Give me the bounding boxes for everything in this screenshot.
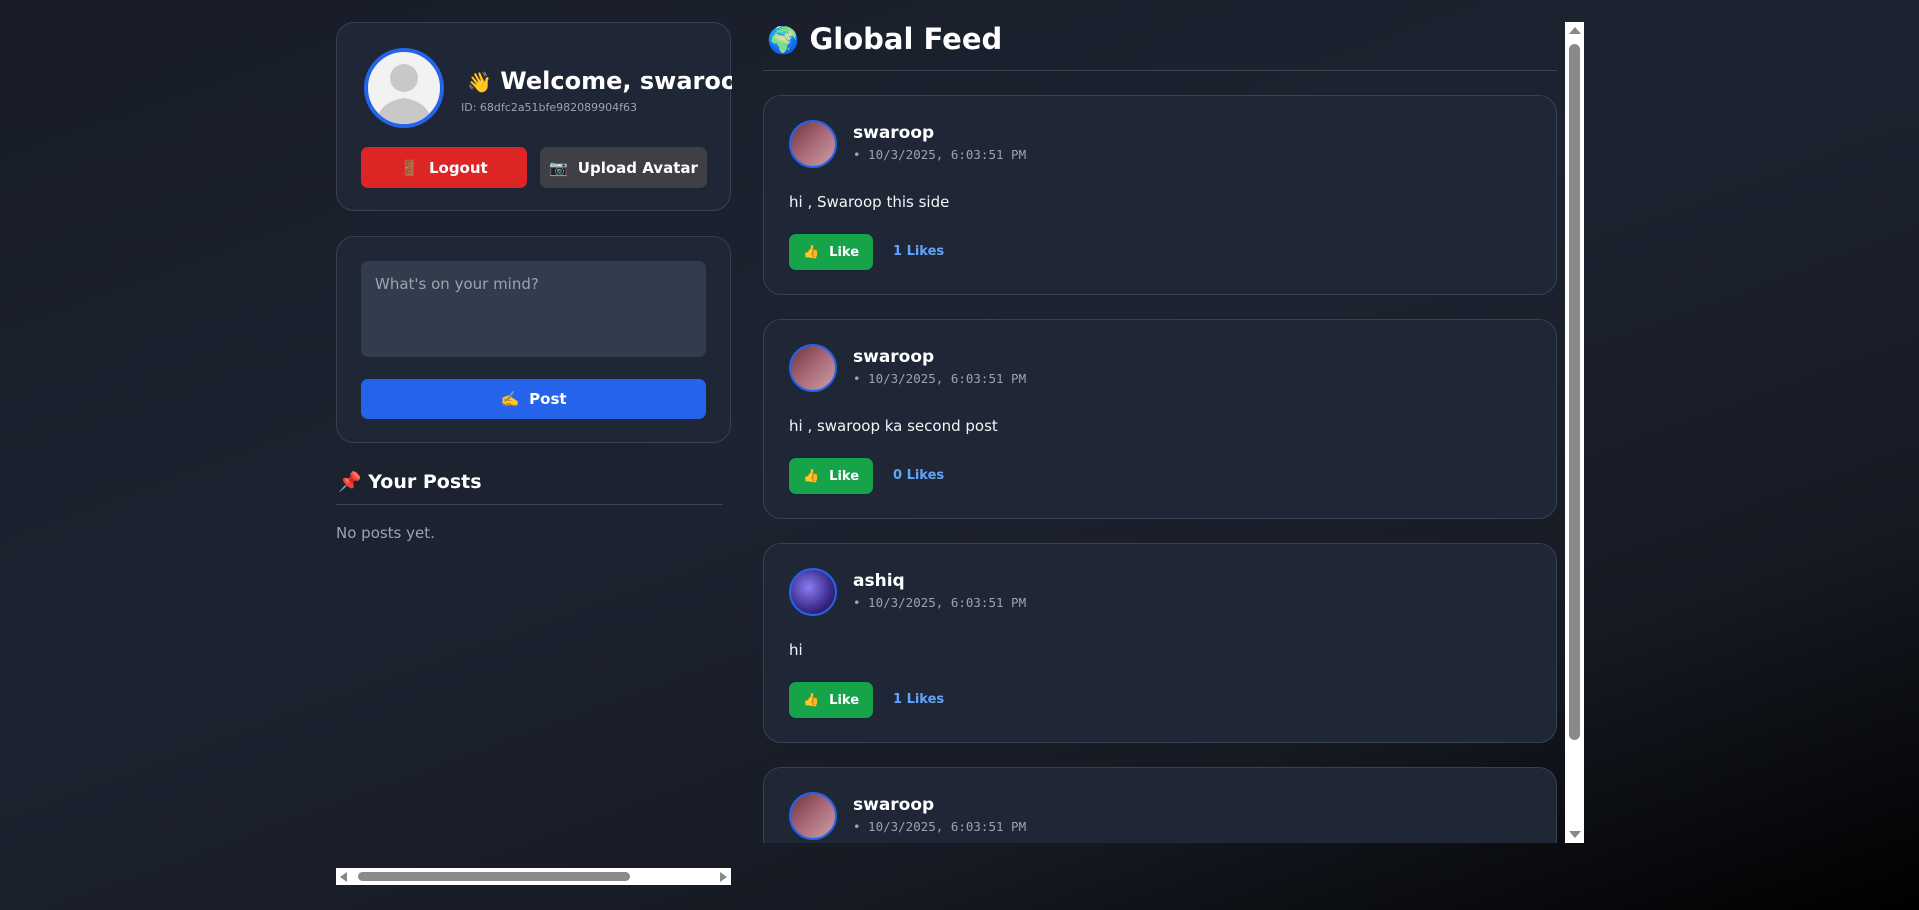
vertical-scroll-thumb[interactable]: [1569, 44, 1580, 740]
default-user-icon: [376, 64, 432, 124]
post-button[interactable]: ✍️ Post: [361, 379, 706, 419]
post-timestamp: • 10/3/2025, 6:03:51 PM: [853, 147, 1027, 162]
scroll-left-arrow[interactable]: [340, 872, 347, 882]
post-content: hi , Swaroop this side: [789, 193, 950, 211]
horizontal-scroll-thumb[interactable]: [358, 872, 630, 881]
no-posts-text: No posts yet.: [336, 524, 435, 542]
feed-viewport: swaroop • 10/3/2025, 6:03:51 PM hi , Swa…: [0, 0, 1919, 843]
post-label: Post: [529, 390, 567, 408]
horizontal-scrollbar[interactable]: [336, 868, 731, 885]
upload-avatar-button[interactable]: 📷 Upload Avatar: [540, 147, 707, 188]
globe-icon: 🌍: [767, 26, 800, 56]
like-label: Like: [829, 692, 860, 708]
post-card: swaroop • 10/3/2025, 6:03:51 PM: [763, 767, 1557, 843]
author-avatar: [789, 120, 837, 168]
author-avatar: [789, 568, 837, 616]
your-posts-heading: 📌 Your Posts: [338, 470, 482, 493]
like-button[interactable]: 👍 Like: [789, 458, 873, 494]
logout-label: Logout: [428, 158, 488, 177]
feed-title: 🌍 Global Feed: [767, 22, 1002, 56]
thumbs-up-icon: 👍: [802, 244, 820, 260]
post-content: hi: [789, 641, 803, 659]
scroll-up-arrow[interactable]: [1569, 27, 1581, 34]
profile-card: 👋 Welcome, swaroopw ID: 68dfc2a51bfe9820…: [336, 22, 732, 211]
divider: [336, 504, 723, 505]
door-icon: 🚪: [400, 158, 419, 177]
user-id: ID: 68dfc2a51bfe982089904f63: [461, 101, 638, 114]
scroll-right-arrow[interactable]: [720, 872, 727, 882]
post-card: swaroop • 10/3/2025, 6:03:51 PM hi , swa…: [763, 319, 1557, 519]
author-name: swaroop: [853, 795, 935, 815]
author-name: swaroop: [853, 123, 935, 143]
like-label: Like: [829, 244, 860, 260]
like-count: 1 Likes: [893, 244, 945, 259]
post-timestamp: • 10/3/2025, 6:03:51 PM: [853, 819, 1027, 834]
profile-avatar[interactable]: [364, 48, 444, 128]
thumbs-up-icon: 👍: [802, 468, 820, 484]
post-timestamp: • 10/3/2025, 6:03:51 PM: [853, 371, 1027, 386]
like-button[interactable]: 👍 Like: [789, 234, 873, 270]
welcome-text: Welcome, swaroopw: [500, 67, 732, 95]
wave-icon: 👋: [467, 70, 492, 94]
author-name: ashiq: [853, 571, 905, 591]
author-avatar: [789, 792, 837, 840]
camera-icon: 📷: [549, 158, 568, 177]
author-name: swaroop: [853, 347, 935, 367]
vertical-scrollbar[interactable]: [1565, 22, 1584, 843]
your-posts-title: Your Posts: [368, 471, 482, 493]
post-timestamp: • 10/3/2025, 6:03:51 PM: [853, 595, 1027, 610]
like-count: 1 Likes: [893, 692, 945, 707]
composer-card: ✍️ Post: [336, 236, 731, 443]
post-card: swaroop • 10/3/2025, 6:03:51 PM hi , Swa…: [763, 95, 1557, 295]
divider: [763, 70, 1557, 71]
logout-button[interactable]: 🚪 Logout: [361, 147, 527, 188]
welcome-heading: 👋 Welcome, swaroopw: [467, 67, 732, 95]
like-count: 0 Likes: [893, 468, 945, 483]
writing-hand-icon: ✍️: [500, 390, 520, 408]
post-content: hi , swaroop ka second post: [789, 417, 998, 435]
post-card: ashiq • 10/3/2025, 6:03:51 PM hi 👍 Like 1…: [763, 543, 1557, 743]
feed-title-text: Global Feed: [809, 22, 1003, 56]
post-input[interactable]: [361, 261, 706, 357]
like-label: Like: [829, 468, 860, 484]
scroll-down-arrow[interactable]: [1569, 831, 1581, 838]
upload-label: Upload Avatar: [577, 158, 698, 177]
pushpin-icon: 📌: [338, 471, 362, 493]
thumbs-up-icon: 👍: [802, 692, 820, 708]
author-avatar: [789, 344, 837, 392]
like-button[interactable]: 👍 Like: [789, 682, 873, 718]
